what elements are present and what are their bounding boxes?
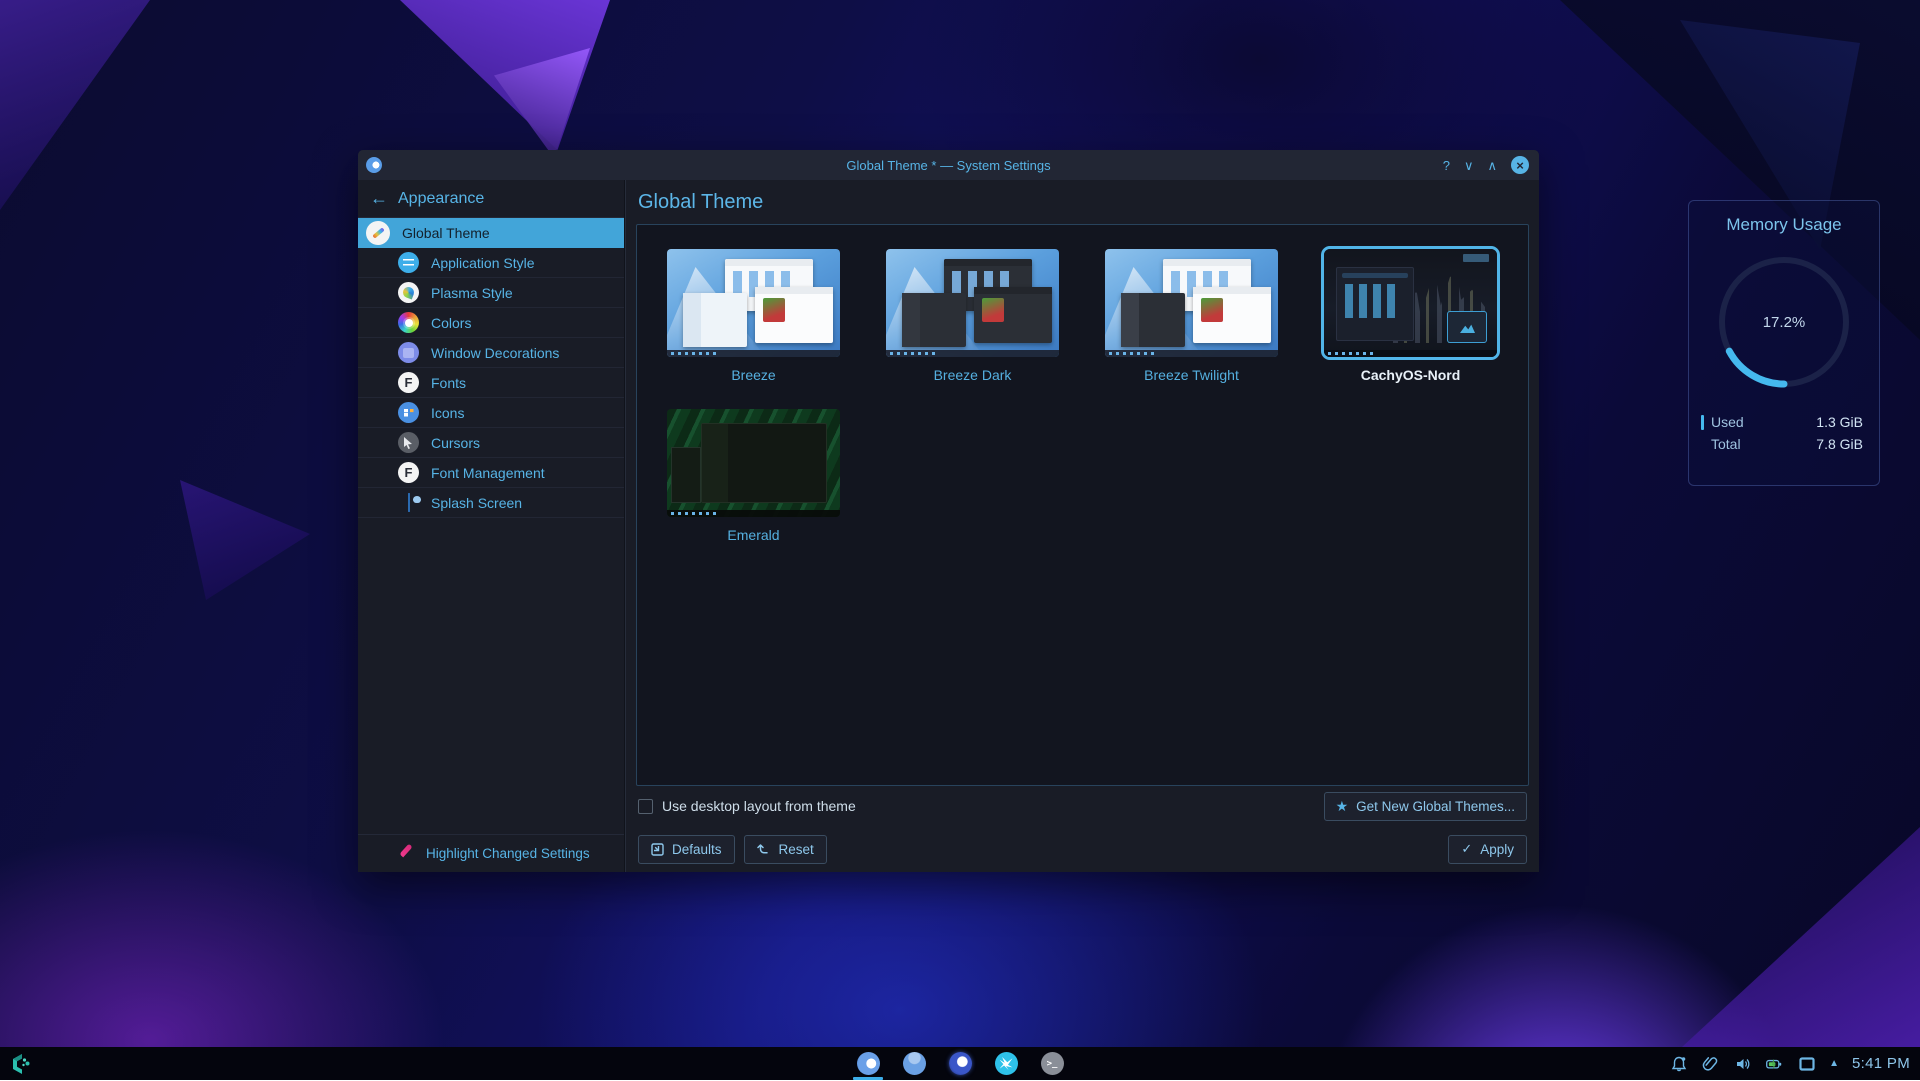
reset-icon	[757, 843, 771, 856]
sidebar-item-window-decorations[interactable]: Window Decorations	[358, 338, 624, 368]
apply-button[interactable]: ✓ Apply	[1448, 835, 1527, 864]
tray-expand-arrow[interactable]: ▲	[1829, 1058, 1839, 1069]
app-launcher-button[interactable]	[8, 1052, 34, 1076]
use-desktop-layout-label: Use desktop layout from theme	[662, 798, 856, 814]
fonts-icon: F	[398, 372, 419, 393]
maximize-button[interactable]: ∧	[1487, 159, 1497, 172]
splash-screen-icon	[398, 492, 419, 513]
defaults-button[interactable]: Defaults	[638, 835, 735, 864]
appearance-label: Appearance	[398, 190, 484, 208]
clipboard-icon[interactable]	[1701, 1054, 1720, 1073]
volume-icon[interactable]	[1733, 1054, 1752, 1073]
plasma-style-icon	[398, 282, 419, 303]
taskbar: >_ ▲ 5:41 PM	[0, 1047, 1920, 1080]
highlight-brush-icon	[398, 846, 414, 862]
reset-button[interactable]: Reset	[744, 835, 827, 864]
memory-usage-widget: Memory Usage 17.2% Used 1.3 GiB Total 7.…	[1688, 200, 1880, 486]
checkmark-icon: ✓	[1461, 841, 1472, 857]
memory-total-row: Total 7.8 GiB	[1689, 433, 1879, 455]
theme-card-breeze-dark[interactable]: Breeze Dark	[886, 249, 1059, 383]
task-system-settings[interactable]	[852, 1047, 884, 1080]
font-management-icon: F	[398, 462, 419, 483]
memory-used-row: Used 1.3 GiB	[1689, 411, 1879, 433]
system-settings-icon	[366, 157, 382, 173]
total-label: Total	[1711, 436, 1816, 452]
sidebar-list: Global Theme Application Style Plasma St…	[358, 218, 624, 834]
theme-list-view[interactable]: Breeze Breeze Dark Breeze Twilight	[636, 224, 1529, 786]
cachyos-app-task-icon	[995, 1052, 1018, 1075]
system-tray: ▲ 5:41 PM	[1669, 1054, 1920, 1073]
cachyos-nord-preview[interactable]	[1324, 249, 1497, 357]
titlebar[interactable]: Global Theme * — System Settings ? ∨ ∧ ×	[358, 150, 1539, 180]
sidebar-item-icons[interactable]: Icons	[358, 398, 624, 428]
settings-sidebar: ← Appearance Global Theme Application St…	[358, 180, 625, 872]
notifications-icon[interactable]	[1669, 1054, 1688, 1073]
window-title: Global Theme * — System Settings	[358, 158, 1539, 173]
minimize-button[interactable]: ∨	[1464, 159, 1474, 172]
used-value: 1.3 GiB	[1816, 414, 1863, 430]
sidebar-item-global-theme[interactable]: Global Theme	[358, 218, 624, 248]
cursors-icon	[398, 432, 419, 453]
theme-card-breeze[interactable]: Breeze	[667, 249, 840, 383]
application-style-icon	[398, 252, 419, 273]
cachyos-logo-icon	[8, 1052, 34, 1076]
memory-widget-title: Memory Usage	[1726, 215, 1841, 235]
sidebar-item-colors[interactable]: Colors	[358, 308, 624, 338]
breeze-dark-preview[interactable]	[886, 249, 1059, 357]
emerald-preview[interactable]	[667, 409, 840, 517]
use-desktop-layout-checkbox[interactable]	[638, 799, 653, 814]
used-marker	[1701, 415, 1704, 430]
window-decorations-icon	[398, 342, 419, 363]
sidebar-item-splash-screen[interactable]: Splash Screen	[358, 488, 624, 518]
colors-icon	[398, 312, 419, 333]
breeze-preview[interactable]	[667, 249, 840, 357]
sidebar-item-font-management[interactable]: F Font Management	[358, 458, 624, 488]
battery-icon[interactable]	[1765, 1054, 1784, 1073]
task-browser[interactable]	[944, 1047, 976, 1080]
memory-gauge: 17.2%	[1709, 247, 1859, 397]
page-title: Global Theme	[638, 191, 763, 214]
wallpaper-shape	[180, 480, 310, 600]
close-button[interactable]: ×	[1511, 156, 1529, 174]
wallpaper-shape	[1640, 827, 1920, 1047]
global-theme-icon	[366, 221, 390, 245]
back-to-appearance[interactable]: ← Appearance	[358, 180, 624, 218]
sidebar-item-application-style[interactable]: Application Style	[358, 248, 624, 278]
used-label: Used	[1711, 414, 1816, 430]
browser-task-icon	[949, 1052, 972, 1075]
theme-grid: Breeze Breeze Dark Breeze Twilight	[667, 249, 1498, 543]
task-cachyos-app[interactable]	[990, 1047, 1022, 1080]
get-new-global-themes-button[interactable]: ★ Get New Global Themes...	[1324, 792, 1527, 821]
task-file-manager[interactable]	[898, 1047, 930, 1080]
star-icon: ★	[1336, 798, 1349, 815]
system-settings-window: Global Theme * — System Settings ? ∨ ∧ ×…	[358, 150, 1539, 872]
theme-card-breeze-twilight[interactable]: Breeze Twilight	[1105, 249, 1278, 383]
clock[interactable]: 5:41 PM	[1852, 1055, 1910, 1072]
icons-icon	[398, 402, 419, 423]
highlight-changed-settings[interactable]: Highlight Changed Settings	[358, 834, 624, 872]
screen-layout-icon[interactable]	[1797, 1054, 1816, 1073]
task-manager: >_	[852, 1047, 1068, 1080]
back-arrow-icon[interactable]: ←	[370, 188, 388, 209]
task-terminal[interactable]: >_	[1036, 1047, 1068, 1080]
defaults-icon	[651, 843, 664, 856]
system-settings-task-icon	[857, 1052, 880, 1075]
sidebar-item-cursors[interactable]: Cursors	[358, 428, 624, 458]
terminal-task-icon: >_	[1041, 1052, 1064, 1075]
sidebar-item-fonts[interactable]: F Fonts	[358, 368, 624, 398]
total-value: 7.8 GiB	[1816, 436, 1863, 452]
wallpaper-shape	[0, 0, 150, 210]
sidebar-item-plasma-style[interactable]: Plasma Style	[358, 278, 624, 308]
breeze-twilight-preview[interactable]	[1105, 249, 1278, 357]
memory-percent: 17.2%	[1709, 247, 1859, 397]
global-theme-page: Global Theme Breeze Breeze Dark	[625, 180, 1539, 872]
theme-card-cachyos-nord[interactable]: CachyOS-Nord	[1324, 249, 1497, 383]
file-manager-task-icon	[903, 1052, 926, 1075]
theme-card-emerald[interactable]: Emerald	[667, 409, 840, 543]
help-button[interactable]: ?	[1443, 159, 1450, 172]
